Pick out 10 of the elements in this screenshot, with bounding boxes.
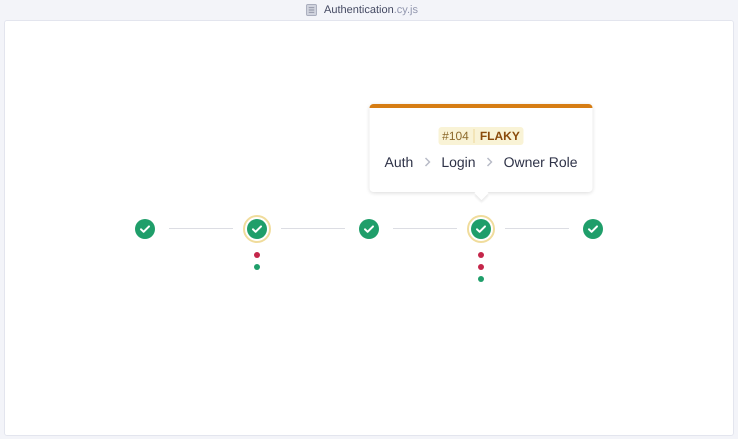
chevron-icon [486, 157, 493, 167]
breadcrumb-item: Owner Role [504, 154, 578, 170]
chevron-icon [424, 157, 430, 167]
file-name: Authentication.cy.js [324, 4, 418, 16]
breadcrumb-item: Auth [384, 154, 414, 170]
status-node[interactable] [467, 215, 495, 243]
test-badge: #104 FLAKY [438, 127, 524, 145]
status-node[interactable] [243, 215, 271, 243]
breadcrumb-item: Login [441, 154, 476, 170]
file-icon [306, 4, 318, 16]
